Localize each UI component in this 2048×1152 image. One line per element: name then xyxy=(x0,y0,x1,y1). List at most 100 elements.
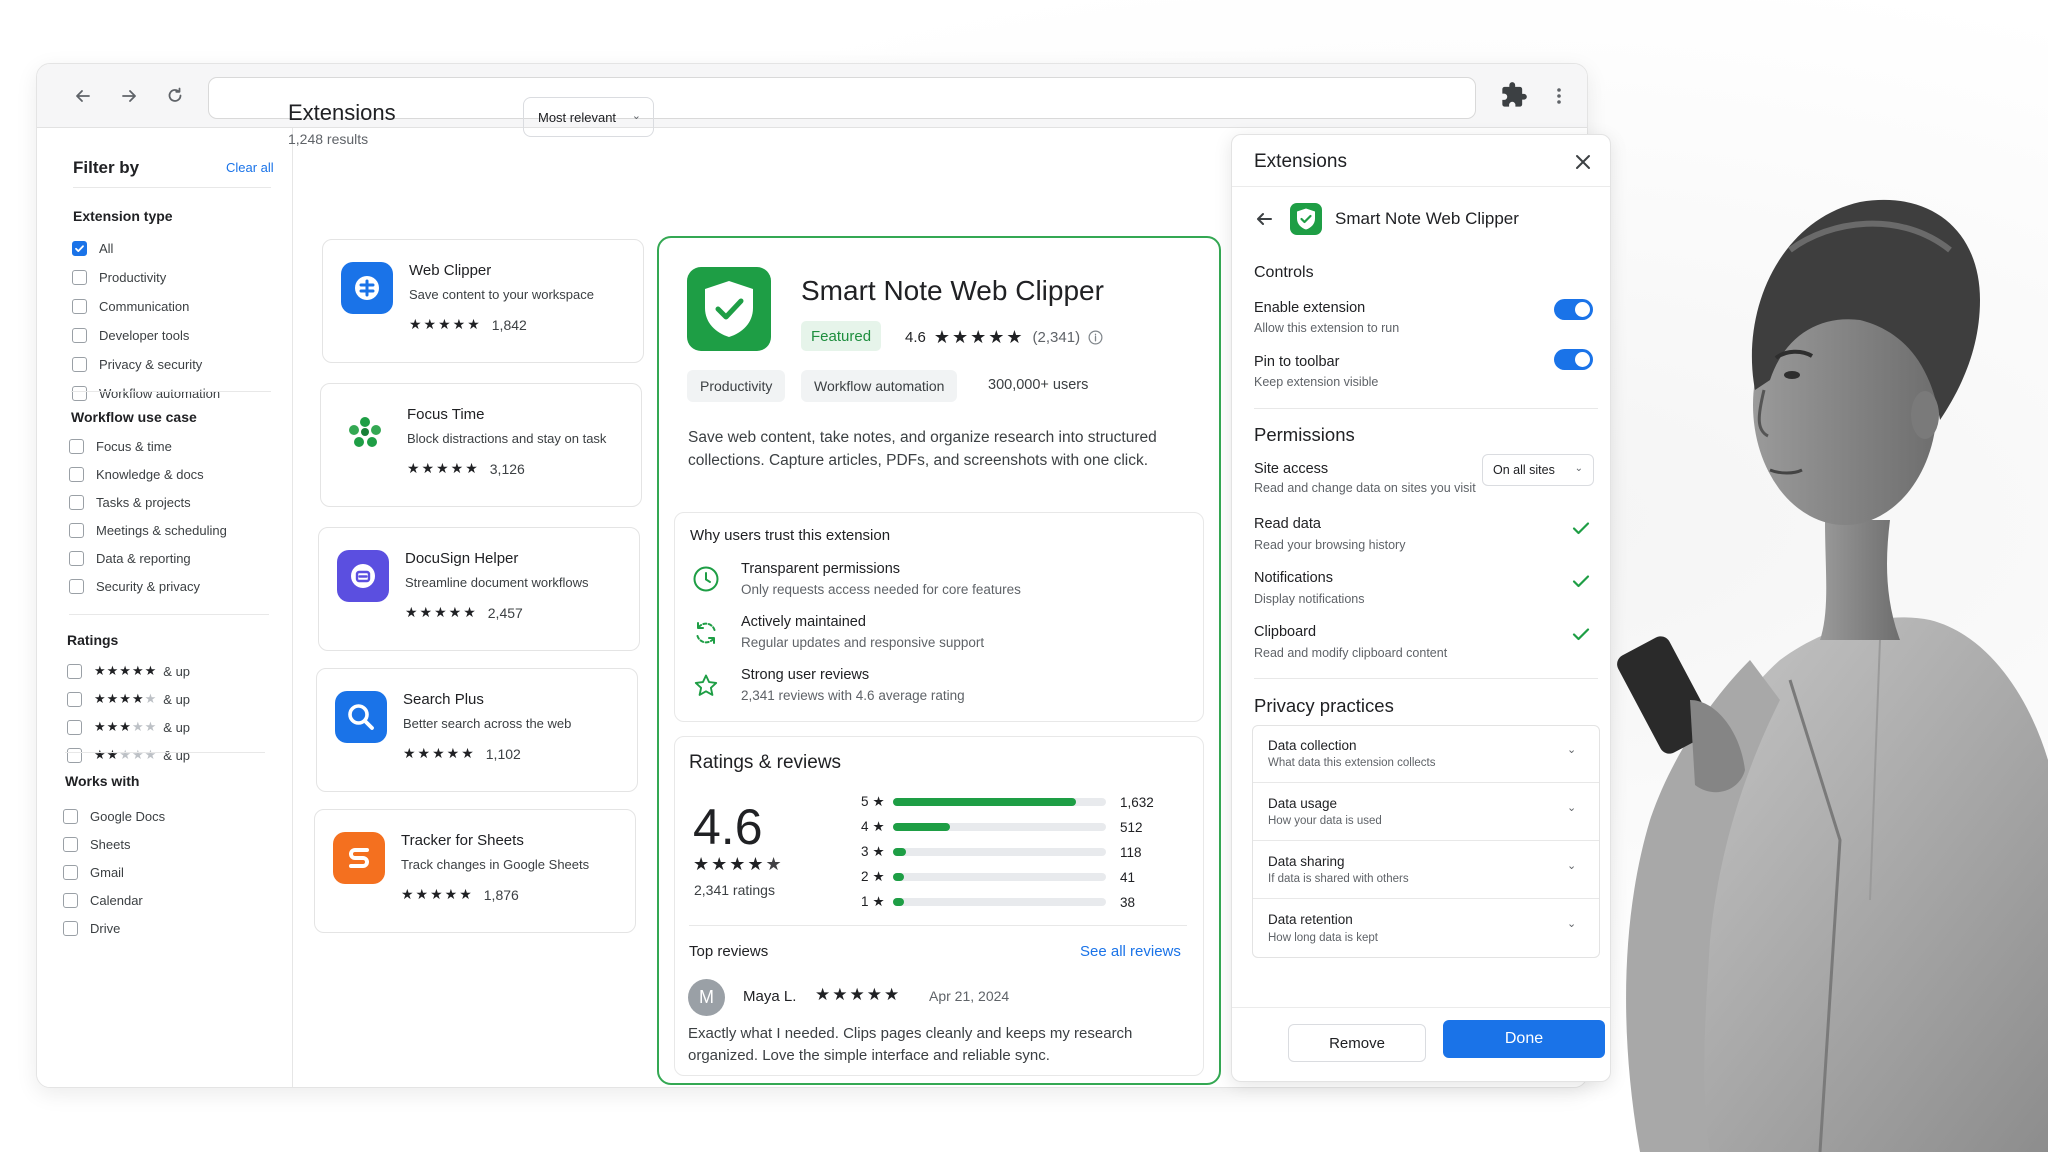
filter-option[interactable]: Calendar xyxy=(63,893,143,908)
chevron-down-icon[interactable]: ⌄ xyxy=(1567,859,1576,872)
address-bar[interactable] xyxy=(208,77,1476,119)
checkbox[interactable] xyxy=(67,719,82,735)
reviewer-name: Maya L. xyxy=(743,988,797,1005)
back-icon[interactable] xyxy=(68,81,98,111)
checkbox[interactable] xyxy=(69,523,84,538)
checkbox[interactable] xyxy=(72,270,87,285)
filter-option[interactable]: Sheets xyxy=(63,837,130,852)
filter-option[interactable]: Developer tools xyxy=(72,328,189,343)
site-access-sub: Read and change data on sites you visit xyxy=(1254,481,1476,495)
checkbox[interactable] xyxy=(69,551,84,566)
checkbox[interactable] xyxy=(72,357,87,372)
checkbox[interactable] xyxy=(63,921,78,936)
extension-card[interactable]: Web Clipper Save content to your workspac… xyxy=(322,239,644,363)
refresh-icon xyxy=(691,618,721,648)
checkbox[interactable] xyxy=(63,809,78,824)
extension-card[interactable]: Focus Time Block distractions and stay on… xyxy=(320,383,642,507)
see-all-reviews-link[interactable]: See all reviews xyxy=(1080,943,1181,960)
review-text: Exactly what I needed. Clips pages clean… xyxy=(688,1025,1133,1064)
histogram-label: 2 ★ xyxy=(861,869,893,885)
filter-option[interactable]: ★★★★★ & up xyxy=(67,663,190,679)
checkbox[interactable] xyxy=(63,837,78,852)
checkbox[interactable] xyxy=(67,663,82,679)
divider xyxy=(71,391,271,392)
checkbox[interactable] xyxy=(63,865,78,880)
puzzle-icon[interactable] xyxy=(1499,80,1529,110)
trust-item-title: Actively maintained xyxy=(741,614,866,630)
remove-button[interactable]: Remove xyxy=(1288,1024,1426,1062)
checkbox[interactable] xyxy=(72,386,87,401)
filter-option[interactable]: Security & privacy xyxy=(69,579,200,594)
sheets-tracker-icon xyxy=(333,832,385,884)
filter-option[interactable]: ★★★★★ & up xyxy=(67,691,190,707)
filter-option[interactable]: All xyxy=(72,241,113,256)
filter-option[interactable]: ★★★★★ & up xyxy=(67,747,190,763)
browser-toolbar xyxy=(37,64,1587,128)
checkbox[interactable] xyxy=(69,495,84,510)
filter-option[interactable]: Meetings & scheduling xyxy=(69,523,227,538)
extension-card[interactable]: Tracker for Sheets Track changes in Googl… xyxy=(314,809,636,933)
filter-option-label: Meetings & scheduling xyxy=(96,523,227,538)
extension-card[interactable]: DocuSign Helper Streamline document workf… xyxy=(318,527,640,651)
extension-name: DocuSign Helper xyxy=(405,550,519,567)
checkbox[interactable] xyxy=(67,691,82,707)
filter-option-label: Gmail xyxy=(90,865,124,880)
filter-option[interactable]: Drive xyxy=(63,921,120,936)
chevron-down-icon[interactable]: ⌄ xyxy=(1567,801,1576,814)
filter-option[interactable]: Knowledge & docs xyxy=(69,467,204,482)
sort-dropdown[interactable]: Most relevant ⌄ xyxy=(523,97,654,137)
back-arrow-icon[interactable] xyxy=(1252,207,1276,231)
category-chip[interactable]: Productivity xyxy=(687,370,786,402)
sort-label: Most relevant xyxy=(538,109,617,125)
filter-option[interactable]: Gmail xyxy=(63,865,124,880)
filter-option[interactable]: Focus & time xyxy=(69,439,172,454)
checkbox[interactable] xyxy=(72,299,87,314)
forward-icon[interactable] xyxy=(114,81,144,111)
reload-icon[interactable] xyxy=(160,81,190,111)
extension-rating: ★★★★★ 1,876 xyxy=(401,886,519,903)
checkbox[interactable] xyxy=(69,439,84,454)
privacy-item-sub: If data is shared with others xyxy=(1268,873,1409,885)
checkbox[interactable] xyxy=(67,747,82,763)
filter-option-label: Calendar xyxy=(90,893,143,908)
top-reviews-title: Top reviews xyxy=(689,943,769,960)
filter-option[interactable]: Google Docs xyxy=(63,809,165,824)
permission-title: Read data xyxy=(1254,516,1321,532)
extension-description: Better search across the web xyxy=(403,716,572,731)
shield-check-icon xyxy=(687,267,771,351)
histogram-bar xyxy=(893,848,1106,856)
filter-option-label: Privacy & security xyxy=(99,357,203,372)
privacy-item-title[interactable]: Data usage xyxy=(1268,796,1337,811)
extension-type-title: Extension type xyxy=(73,208,173,224)
site-access-dropdown[interactable]: On all sites ⌄ xyxy=(1482,454,1594,486)
category-chip[interactable]: Workflow automation xyxy=(801,370,958,402)
chevron-down-icon[interactable]: ⌄ xyxy=(1567,743,1576,756)
extension-card[interactable]: Search Plus Better search across the web ★… xyxy=(316,668,638,792)
filter-option-label: Google Docs xyxy=(90,809,166,824)
detail-title: Smart Note Web Clipper xyxy=(801,275,1104,306)
checkbox[interactable] xyxy=(69,579,84,594)
menu-dots-icon[interactable] xyxy=(1544,81,1574,111)
filter-option[interactable]: Workflow automation xyxy=(72,386,220,401)
checkbox[interactable] xyxy=(72,241,87,256)
checkbox[interactable] xyxy=(72,328,87,343)
filter-option[interactable]: Tasks & projects xyxy=(69,495,191,510)
clear-all-link[interactable]: Clear all xyxy=(226,160,274,175)
filter-sidebar: Filter by Clear all Extension type All Pr… xyxy=(37,128,293,1087)
chevron-down-icon[interactable]: ⌄ xyxy=(1567,917,1576,930)
filter-option[interactable]: Productivity xyxy=(72,270,166,285)
privacy-item-title[interactable]: Data sharing xyxy=(1268,854,1345,869)
filter-option[interactable]: Communication xyxy=(72,299,189,314)
checkbox[interactable] xyxy=(63,893,78,908)
rating-count: 1,876 xyxy=(483,886,519,903)
privacy-item-title[interactable]: Data retention xyxy=(1268,912,1353,927)
filter-option[interactable]: Data & reporting xyxy=(69,551,191,566)
site-access-value: On all sites xyxy=(1493,463,1555,477)
filter-option[interactable]: ★★★★★ & up xyxy=(67,719,190,735)
divider xyxy=(1232,1007,1610,1008)
info-icon[interactable] xyxy=(1088,330,1103,345)
checkbox[interactable] xyxy=(69,467,84,482)
divider xyxy=(65,752,265,753)
filter-option[interactable]: Privacy & security xyxy=(72,357,202,372)
privacy-item-title[interactable]: Data collection xyxy=(1268,738,1357,753)
